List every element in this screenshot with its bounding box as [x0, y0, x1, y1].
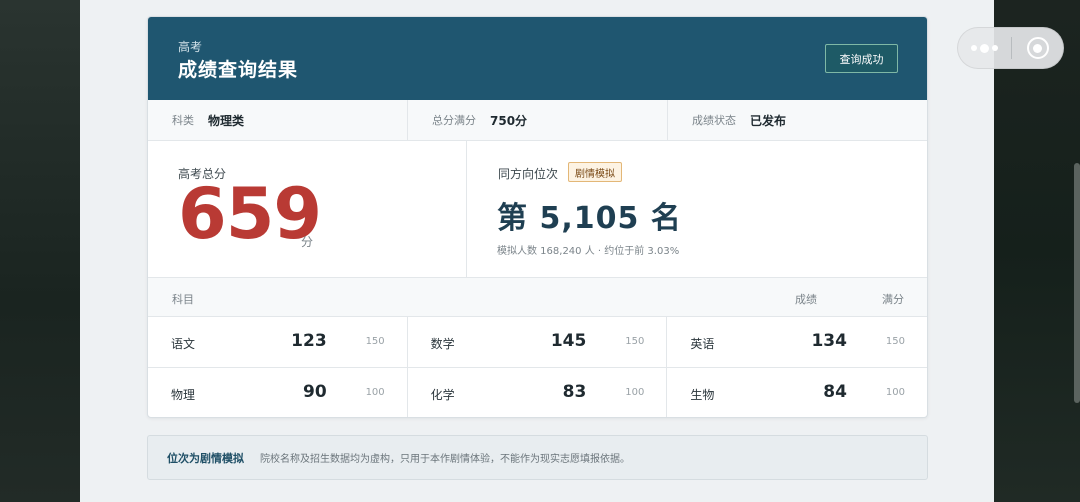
meta-status: 成绩状态 已发布 — [668, 100, 927, 140]
subject-full: 150 — [625, 336, 645, 347]
subject-name: 数学 — [430, 337, 455, 351]
result-card: 高考 成绩查询结果 查询成功 科类 物理类 总分满分 750分 成绩状态 已发布… — [147, 16, 928, 418]
notice-text: 院校名称及招生数据均为虚构，只用于本作剧情体验，不能作为现实志愿填报依据。 — [260, 454, 630, 465]
subject-cell: 生物 84 100 — [667, 368, 927, 417]
mini-program-capsule — [957, 27, 1064, 69]
header-subtitle: 高考 — [178, 40, 203, 54]
subject-cell: 数学 145 150 — [407, 317, 668, 368]
card-header: 高考 成绩查询结果 查询成功 — [148, 17, 927, 100]
scrollbar[interactable] — [1074, 163, 1080, 403]
subject-name: 化学 — [430, 388, 455, 402]
subjects-grid: 语文 123 150 数学 145 150 英语 134 150 物理 90 1… — [148, 317, 927, 417]
subject-score: 90 — [302, 382, 327, 402]
subjects-header: 科目 成绩 满分 — [148, 278, 927, 317]
meta-row: 科类 物理类 总分满分 750分 成绩状态 已发布 — [148, 100, 927, 141]
subject-cell: 语文 123 150 — [148, 317, 408, 368]
close-circle-icon — [1026, 37, 1049, 59]
rank-note: 模拟人数 168,240 人 · 约位于前 3.03% — [497, 246, 680, 257]
meta-category: 科类 物理类 — [148, 100, 408, 140]
subject-name: 英语 — [690, 337, 715, 351]
backdrop-left — [0, 0, 80, 502]
notice-title: 位次为剧情模拟 — [167, 451, 244, 465]
subject-score: 145 — [550, 331, 587, 351]
subject-full: 150 — [885, 336, 905, 347]
more-dots-icon — [971, 43, 998, 53]
meta-full-score: 总分满分 750分 — [408, 100, 668, 140]
meta-value: 物理类 — [208, 113, 245, 128]
subject-cell: 化学 83 100 — [408, 368, 668, 417]
subject-name: 语文 — [171, 337, 196, 351]
score-row: 高考总分 659 分 同方向位次 剧情模拟 第 5,105 名 模拟人数 168… — [148, 141, 927, 278]
subject-score: 134 — [811, 331, 847, 351]
more-button[interactable] — [958, 28, 1011, 68]
backdrop-right — [994, 0, 1080, 502]
close-button[interactable] — [1012, 28, 1063, 68]
subject-score: 83 — [562, 382, 587, 402]
subject-full: 100 — [365, 387, 385, 398]
subject-score: 84 — [823, 382, 847, 402]
rank-value: 第 5,105 名 — [497, 201, 682, 236]
subject-score: 123 — [291, 331, 327, 351]
subject-name: 物理 — [171, 388, 196, 402]
subject-full: 100 — [885, 387, 905, 398]
meta-value: 750分 — [490, 113, 528, 128]
subject-full: 150 — [365, 336, 385, 347]
subject-full: 100 — [625, 387, 645, 398]
page-title: 成绩查询结果 — [178, 59, 299, 81]
meta-label: 成绩状态 — [692, 114, 736, 127]
subject-cell: 物理 90 100 — [148, 368, 408, 417]
header-score: 成绩 — [795, 293, 817, 306]
status-button[interactable]: 查询成功 — [825, 44, 898, 73]
meta-label: 总分满分 — [432, 114, 476, 127]
total-score-value: 659 — [178, 173, 322, 255]
rank-label: 同方向位次 — [498, 167, 559, 181]
subject-name: 生物 — [690, 388, 715, 402]
header-subject: 科目 — [172, 293, 194, 306]
subject-cell: 英语 134 150 — [667, 317, 927, 368]
total-score-unit: 分 — [301, 235, 314, 249]
total-score-panel: 高考总分 659 分 — [148, 141, 467, 277]
simulation-badge: 剧情模拟 — [568, 162, 622, 182]
disclaimer-notice: 位次为剧情模拟 院校名称及招生数据均为虚构，只用于本作剧情体验，不能作为现实志愿… — [147, 435, 928, 480]
header-full: 满分 — [882, 293, 904, 306]
meta-value: 已发布 — [750, 113, 787, 128]
rank-panel: 同方向位次 剧情模拟 第 5,105 名 模拟人数 168,240 人 · 约位… — [467, 141, 927, 277]
meta-label: 科类 — [172, 114, 194, 127]
